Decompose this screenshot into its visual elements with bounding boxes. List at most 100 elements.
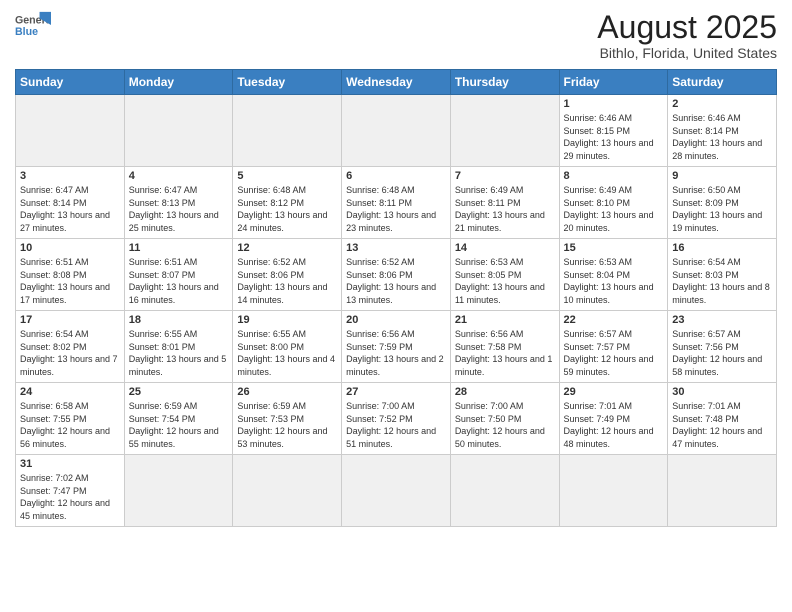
table-row: 24 Sunrise: 6:58 AM Sunset: 7:55 PM Dayli… bbox=[16, 383, 125, 455]
day-number: 11 bbox=[129, 242, 229, 254]
table-row: 7Sunrise: 6:49 AM Sunset: 8:11 PM Daylig… bbox=[450, 167, 559, 239]
table-row: 3 Sunrise: 6:47 AM Sunset: 8:14 PM Daylig… bbox=[16, 167, 125, 239]
table-row bbox=[668, 455, 777, 526]
day-info: Sunrise: 6:59 AM Sunset: 7:53 PM Dayligh… bbox=[237, 400, 337, 450]
day-info: Sunrise: 6:56 AM Sunset: 7:58 PM Dayligh… bbox=[455, 328, 555, 378]
page: General Blue August 2025 Bithlo, Florida… bbox=[0, 0, 792, 612]
col-monday: Monday bbox=[124, 70, 233, 95]
day-number: 5 bbox=[237, 170, 337, 182]
day-info: Sunrise: 6:58 AM Sunset: 7:55 PM Dayligh… bbox=[20, 400, 120, 450]
day-info: Sunrise: 6:54 AM Sunset: 8:02 PM Dayligh… bbox=[20, 328, 120, 378]
table-row bbox=[559, 455, 668, 526]
day-number: 17 bbox=[20, 314, 120, 326]
table-row: 31Sunrise: 7:02 AM Sunset: 7:47 PM Dayli… bbox=[16, 455, 125, 526]
table-row: 29Sunrise: 7:01 AM Sunset: 7:49 PM Dayli… bbox=[559, 383, 668, 455]
day-number: 9 bbox=[672, 170, 772, 182]
table-row: 30 Sunrise: 7:01 AM Sunset: 7:48 PM Dayli… bbox=[668, 383, 777, 455]
table-row: 12 Sunrise: 6:52 AM Sunset: 8:06 PM Dayli… bbox=[233, 239, 342, 311]
day-number: 14 bbox=[455, 242, 555, 254]
day-info: Sunrise: 6:54 AM Sunset: 8:03 PM Dayligh… bbox=[672, 256, 772, 306]
table-row bbox=[124, 95, 233, 167]
day-number: 26 bbox=[237, 386, 337, 398]
calendar-title: August 2025 bbox=[597, 10, 777, 45]
day-number: 21 bbox=[455, 314, 555, 326]
day-number: 6 bbox=[346, 170, 446, 182]
day-info: Sunrise: 6:52 AM Sunset: 8:06 PM Dayligh… bbox=[237, 256, 337, 306]
table-row bbox=[233, 455, 342, 526]
day-number: 23 bbox=[672, 314, 772, 326]
day-number: 1 bbox=[564, 98, 664, 110]
day-number: 18 bbox=[129, 314, 229, 326]
calendar-table: Sunday Monday Tuesday Wednesday Thursday… bbox=[15, 69, 777, 526]
table-row: 27 Sunrise: 7:00 AM Sunset: 7:52 PM Dayli… bbox=[342, 383, 451, 455]
day-number: 28 bbox=[455, 386, 555, 398]
day-info: Sunrise: 7:00 AM Sunset: 7:52 PM Dayligh… bbox=[346, 400, 446, 450]
day-info: Sunrise: 6:49 AM Sunset: 8:10 PM Dayligh… bbox=[564, 184, 664, 234]
day-info: Sunrise: 7:01 AM Sunset: 7:49 PM Dayligh… bbox=[564, 400, 664, 450]
table-row: 9Sunrise: 6:50 AM Sunset: 8:09 PM Daylig… bbox=[668, 167, 777, 239]
table-row: 14 Sunrise: 6:53 AM Sunset: 8:05 PM Dayli… bbox=[450, 239, 559, 311]
generalblue-logo-icon: General Blue bbox=[15, 10, 51, 40]
calendar-week-row: 17 Sunrise: 6:54 AM Sunset: 8:02 PM Dayli… bbox=[16, 311, 777, 383]
table-row: 10Sunrise: 6:51 AM Sunset: 8:08 PM Dayli… bbox=[16, 239, 125, 311]
day-info: Sunrise: 6:48 AM Sunset: 8:12 PM Dayligh… bbox=[237, 184, 337, 234]
day-number: 31 bbox=[20, 458, 120, 470]
table-row: 2 Sunrise: 6:46 AM Sunset: 8:14 PM Daylig… bbox=[668, 95, 777, 167]
table-row: 8 Sunrise: 6:49 AM Sunset: 8:10 PM Daylig… bbox=[559, 167, 668, 239]
calendar-week-row: 31Sunrise: 7:02 AM Sunset: 7:47 PM Dayli… bbox=[16, 455, 777, 526]
day-info: Sunrise: 6:48 AM Sunset: 8:11 PM Dayligh… bbox=[346, 184, 446, 234]
table-row: 5 Sunrise: 6:48 AM Sunset: 8:12 PM Daylig… bbox=[233, 167, 342, 239]
day-info: Sunrise: 6:57 AM Sunset: 7:56 PM Dayligh… bbox=[672, 328, 772, 378]
day-number: 30 bbox=[672, 386, 772, 398]
table-row: 28Sunrise: 7:00 AM Sunset: 7:50 PM Dayli… bbox=[450, 383, 559, 455]
table-row bbox=[233, 95, 342, 167]
day-info: Sunrise: 6:47 AM Sunset: 8:14 PM Dayligh… bbox=[20, 184, 120, 234]
day-number: 27 bbox=[346, 386, 446, 398]
calendar-week-row: 3 Sunrise: 6:47 AM Sunset: 8:14 PM Daylig… bbox=[16, 167, 777, 239]
svg-text:Blue: Blue bbox=[15, 26, 38, 38]
table-row: 1Sunrise: 6:46 AM Sunset: 8:15 PM Daylig… bbox=[559, 95, 668, 167]
table-row: 11 Sunrise: 6:51 AM Sunset: 8:07 PM Dayli… bbox=[124, 239, 233, 311]
calendar-week-row: 10Sunrise: 6:51 AM Sunset: 8:08 PM Dayli… bbox=[16, 239, 777, 311]
day-info: Sunrise: 6:57 AM Sunset: 7:57 PM Dayligh… bbox=[564, 328, 664, 378]
calendar-header-row: Sunday Monday Tuesday Wednesday Thursday… bbox=[16, 70, 777, 95]
table-row bbox=[16, 95, 125, 167]
day-number: 12 bbox=[237, 242, 337, 254]
table-row: 16Sunrise: 6:54 AM Sunset: 8:03 PM Dayli… bbox=[668, 239, 777, 311]
day-number: 2 bbox=[672, 98, 772, 110]
table-row: 20Sunrise: 6:56 AM Sunset: 7:59 PM Dayli… bbox=[342, 311, 451, 383]
table-row bbox=[342, 455, 451, 526]
day-number: 24 bbox=[20, 386, 120, 398]
day-number: 22 bbox=[564, 314, 664, 326]
day-number: 15 bbox=[564, 242, 664, 254]
table-row: 22 Sunrise: 6:57 AM Sunset: 7:57 PM Dayli… bbox=[559, 311, 668, 383]
day-info: Sunrise: 6:51 AM Sunset: 8:07 PM Dayligh… bbox=[129, 256, 229, 306]
day-number: 25 bbox=[129, 386, 229, 398]
day-number: 8 bbox=[564, 170, 664, 182]
table-row: 13Sunrise: 6:52 AM Sunset: 8:06 PM Dayli… bbox=[342, 239, 451, 311]
header: General Blue August 2025 Bithlo, Florida… bbox=[15, 10, 777, 61]
col-wednesday: Wednesday bbox=[342, 70, 451, 95]
calendar-subtitle: Bithlo, Florida, United States bbox=[597, 45, 777, 61]
day-info: Sunrise: 6:56 AM Sunset: 7:59 PM Dayligh… bbox=[346, 328, 446, 378]
col-saturday: Saturday bbox=[668, 70, 777, 95]
table-row: 18 Sunrise: 6:55 AM Sunset: 8:01 PM Dayli… bbox=[124, 311, 233, 383]
day-info: Sunrise: 6:53 AM Sunset: 8:04 PM Dayligh… bbox=[564, 256, 664, 306]
table-row bbox=[450, 455, 559, 526]
table-row: 4Sunrise: 6:47 AM Sunset: 8:13 PM Daylig… bbox=[124, 167, 233, 239]
day-info: Sunrise: 6:49 AM Sunset: 8:11 PM Dayligh… bbox=[455, 184, 555, 234]
table-row: 21 Sunrise: 6:56 AM Sunset: 7:58 PM Dayli… bbox=[450, 311, 559, 383]
table-row: 15 Sunrise: 6:53 AM Sunset: 8:04 PM Dayli… bbox=[559, 239, 668, 311]
table-row bbox=[450, 95, 559, 167]
day-number: 3 bbox=[20, 170, 120, 182]
day-info: Sunrise: 6:46 AM Sunset: 8:14 PM Dayligh… bbox=[672, 112, 772, 162]
day-info: Sunrise: 6:55 AM Sunset: 8:00 PM Dayligh… bbox=[237, 328, 337, 378]
day-info: Sunrise: 6:53 AM Sunset: 8:05 PM Dayligh… bbox=[455, 256, 555, 306]
table-row: 25Sunrise: 6:59 AM Sunset: 7:54 PM Dayli… bbox=[124, 383, 233, 455]
logo: General Blue bbox=[15, 10, 51, 40]
day-info: Sunrise: 7:01 AM Sunset: 7:48 PM Dayligh… bbox=[672, 400, 772, 450]
day-number: 4 bbox=[129, 170, 229, 182]
table-row bbox=[124, 455, 233, 526]
col-tuesday: Tuesday bbox=[233, 70, 342, 95]
day-info: Sunrise: 6:55 AM Sunset: 8:01 PM Dayligh… bbox=[129, 328, 229, 378]
